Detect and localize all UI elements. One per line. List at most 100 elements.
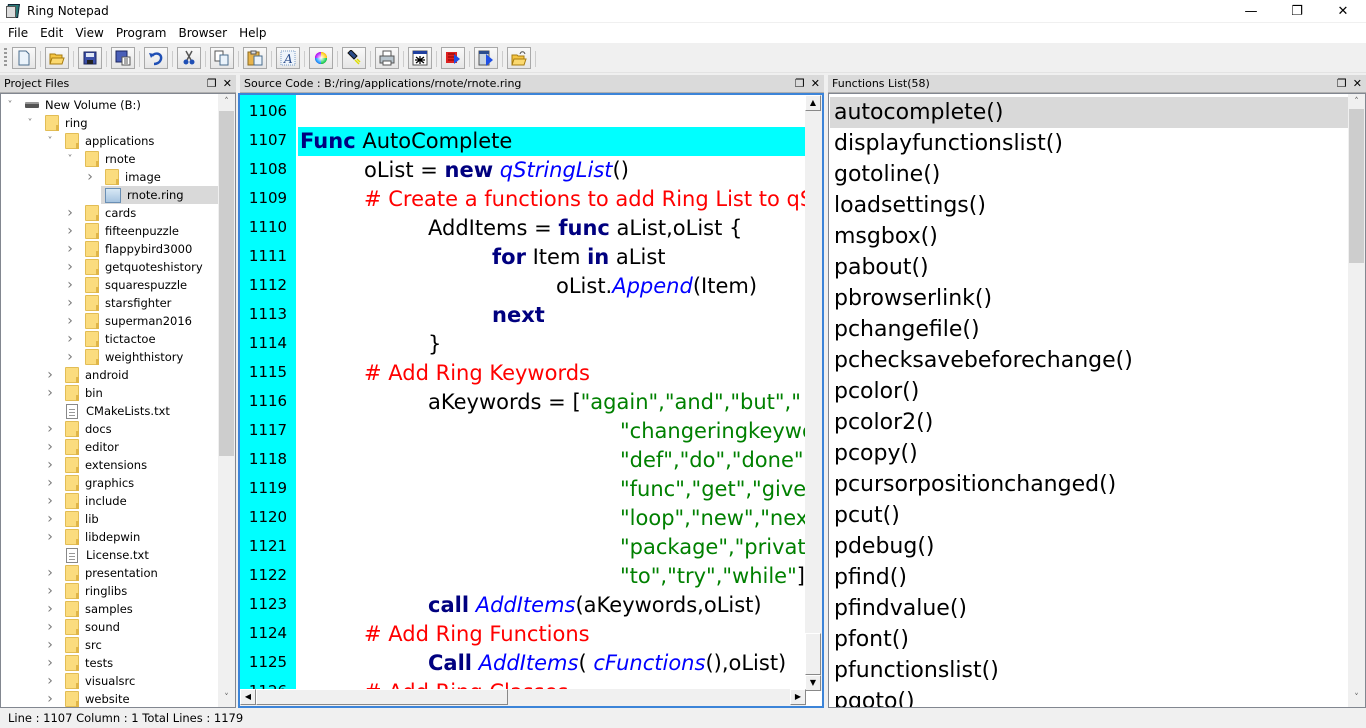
chevron-right-icon[interactable]: ›	[45, 457, 55, 473]
chevron-right-icon[interactable]: ›	[65, 259, 75, 275]
code-line[interactable]: "func","get","give	[298, 475, 806, 504]
minimize-button[interactable]: —	[1228, 0, 1274, 22]
function-list-item[interactable]: pchecksavebeforechange()	[830, 345, 1348, 376]
code-line[interactable]: "loop","new","next	[298, 504, 806, 533]
debug-button[interactable]	[408, 47, 437, 69]
tree-item[interactable]: › cards	[1, 204, 136, 222]
menu-edit[interactable]: Edit	[34, 23, 69, 43]
editor-scroll-up-button[interactable]: ▲	[805, 95, 821, 111]
tree-item[interactable]: › starsfighter	[1, 294, 171, 312]
color-button[interactable]	[309, 47, 338, 69]
chevron-down-icon[interactable]: ˅	[65, 154, 75, 165]
chevron-right-icon[interactable]: ›	[45, 511, 55, 527]
chevron-down-icon[interactable]: ˅	[45, 136, 55, 147]
code-line[interactable]: call AddItems(aKeywords,oList)	[298, 591, 762, 620]
code-line[interactable]: "def","do","done"	[298, 446, 804, 475]
code-line[interactable]: AddItems = func aList,oList {	[298, 214, 742, 243]
tree-item[interactable]: › docs	[1, 420, 112, 438]
editor-scroll-left-button[interactable]: ◀	[240, 689, 256, 705]
tree-item[interactable]: › bin	[1, 384, 103, 402]
undo-button[interactable]	[144, 47, 173, 69]
tree-item[interactable]: › presentation	[1, 564, 158, 582]
function-list-item[interactable]: displayfunctionslist()	[830, 128, 1348, 159]
print-button[interactable]	[375, 47, 404, 69]
source-code-float-button[interactable]: ❐	[795, 75, 805, 93]
chevron-right-icon[interactable]: ›	[65, 313, 75, 329]
tree-item[interactable]: › ringlibs	[1, 582, 127, 600]
chevron-right-icon[interactable]: ›	[45, 673, 55, 689]
chevron-right-icon[interactable]: ›	[45, 655, 55, 671]
function-list-item[interactable]: pbrowserlink()	[830, 283, 1348, 314]
chevron-right-icon[interactable]: ›	[65, 349, 75, 365]
chevron-right-icon[interactable]: ›	[45, 439, 55, 455]
find-button[interactable]	[342, 47, 371, 69]
function-list-item[interactable]: pcursorpositionchanged()	[830, 469, 1348, 500]
code-line[interactable]: # Add Ring Functions	[298, 620, 590, 649]
tree-item[interactable]: › squarespuzzle	[1, 276, 187, 294]
editor-hscroll-thumb[interactable]	[256, 689, 508, 705]
function-list-item[interactable]: pgoto()	[830, 686, 1348, 707]
save-as-button[interactable]	[111, 47, 140, 69]
project-files-scrollbar[interactable]: ˄ ˅	[218, 94, 235, 707]
tree-item[interactable]: › fifteenpuzzle	[1, 222, 179, 240]
chevron-right-icon[interactable]: ›	[45, 601, 55, 617]
chevron-right-icon[interactable]: ›	[65, 331, 75, 347]
run-gui-button[interactable]	[474, 47, 503, 69]
code-editor[interactable]: 1106 1107 1108 1109 1110 1111 1112 1113 1114 1115…	[238, 93, 824, 708]
tree-item[interactable]: CMakeLists.txt	[1, 402, 170, 420]
tree-item[interactable]: › tests	[1, 654, 113, 672]
new-file-button[interactable]	[12, 47, 41, 69]
tree-item[interactable]: › android	[1, 366, 129, 384]
function-list-item[interactable]: pcolor()	[830, 376, 1348, 407]
tree-item[interactable]: rnote.ring	[101, 186, 219, 204]
code-line[interactable]: # Create a functions to add Ring List to…	[298, 185, 806, 214]
chevron-right-icon[interactable]: ›	[65, 295, 75, 311]
code-line[interactable]: # Add Ring Keywords	[298, 359, 590, 388]
change-folder-button[interactable]	[507, 47, 536, 69]
tree-item[interactable]: › visualsrc	[1, 672, 135, 690]
tree-item[interactable]: › website	[1, 690, 130, 707]
function-list-item[interactable]: pcut()	[830, 500, 1348, 531]
code-line[interactable]: for Item in aList	[298, 243, 666, 272]
source-code-titlebar[interactable]: Source Code : B:/ring/applications/rnote…	[240, 75, 824, 93]
chevron-down-icon[interactable]: ˅	[25, 118, 35, 129]
menu-view[interactable]: View	[69, 23, 109, 43]
tree-item[interactable]: › include	[1, 492, 127, 510]
function-list-item[interactable]: pfindvalue()	[830, 593, 1348, 624]
source-code-close-button[interactable]: ✕	[811, 75, 820, 93]
tree-item[interactable]: › tictactoe	[1, 330, 156, 348]
chevron-right-icon[interactable]: ›	[45, 385, 55, 401]
project-files-titlebar[interactable]: Project Files ❐ ✕	[0, 75, 236, 93]
project-files-tree[interactable]: ˅ New Volume (B:) ˅ ring ˅ applications ˅ rnote…	[0, 93, 236, 708]
scroll-up-arrow[interactable]: ˄	[218, 94, 235, 111]
functions-list-close-button[interactable]: ✕	[1353, 75, 1362, 93]
chevron-right-icon[interactable]: ›	[45, 493, 55, 509]
chevron-right-icon[interactable]: ›	[45, 565, 55, 581]
save-button[interactable]	[78, 47, 107, 69]
editor-vscroll-thumb[interactable]	[805, 633, 821, 675]
cut-button[interactable]	[177, 47, 206, 69]
code-line[interactable]: aKeywords = ["again","and","but","	[298, 388, 801, 417]
chevron-down-icon[interactable]: ˅	[5, 100, 15, 111]
editor-horizontal-scrollbar[interactable]: ◀ ▶	[240, 689, 806, 706]
tree-item[interactable]: › extensions	[1, 456, 147, 474]
code-line[interactable]: next	[298, 301, 545, 330]
chevron-right-icon[interactable]: ›	[45, 637, 55, 653]
paste-button[interactable]	[243, 47, 272, 69]
function-list-item[interactable]: pfont()	[830, 624, 1348, 655]
tree-item[interactable]: License.txt	[1, 546, 149, 564]
run-button[interactable]	[441, 47, 470, 69]
scroll-down-arrow[interactable]: ˅	[1348, 690, 1365, 707]
code-line[interactable]: oList.Append(Item)	[298, 272, 757, 301]
code-line[interactable]: }	[298, 330, 441, 359]
chevron-right-icon[interactable]: ›	[45, 619, 55, 635]
function-list-item[interactable]: loadsettings()	[830, 190, 1348, 221]
chevron-right-icon[interactable]: ›	[65, 223, 75, 239]
chevron-right-icon[interactable]: ›	[85, 169, 95, 185]
tree-item[interactable]: › image	[1, 168, 161, 186]
close-button[interactable]: ✕	[1320, 0, 1366, 22]
chevron-right-icon[interactable]: ›	[45, 475, 55, 491]
menu-browser[interactable]: Browser	[172, 23, 233, 43]
code-area[interactable]: Func AutoComplete oList = new qStringList…	[298, 95, 806, 691]
tree-item[interactable]: ˅ applications	[1, 132, 154, 150]
